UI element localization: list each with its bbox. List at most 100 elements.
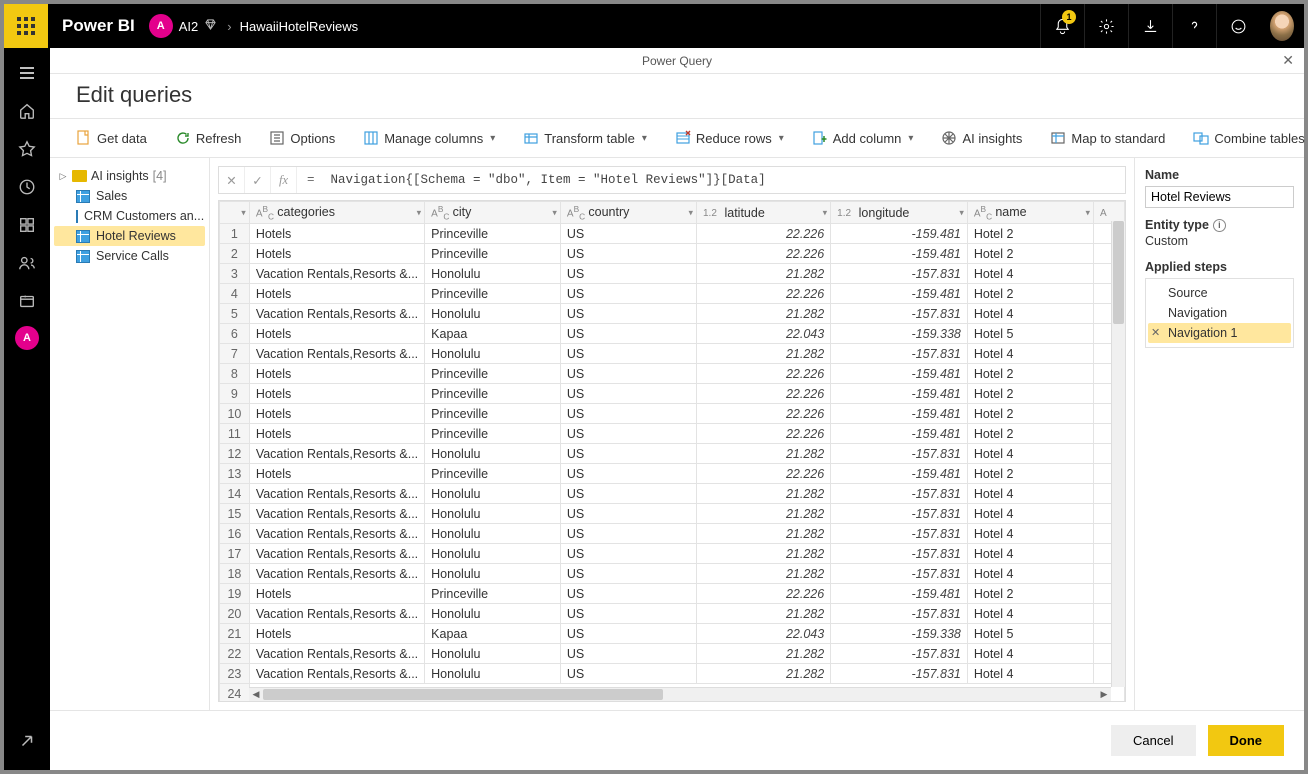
manage-columns-button[interactable]: Manage columns▾ [355,126,503,150]
query-item[interactable]: CRM Customers an... [54,206,205,226]
table-cell: Honolulu [425,484,561,504]
column-filter-icon[interactable]: ▾ [823,207,828,218]
table-row[interactable]: 7Vacation Rentals,Resorts &...HonoluluUS… [220,344,1125,364]
table-row[interactable]: 6HotelsKapaaUS22.043-159.338Hotel 5 [220,324,1125,344]
close-button[interactable]: ✕ [1282,52,1294,69]
column-header[interactable]: ABC name▾ [967,202,1093,224]
table-row[interactable]: 14Vacation Rentals,Resorts &...HonoluluU… [220,484,1125,504]
table-row[interactable]: 1HotelsPrincevilleUS22.226-159.481Hotel … [220,224,1125,244]
column-header[interactable]: ABC country▾ [560,202,696,224]
table-row[interactable]: 4HotelsPrincevilleUS22.226-159.481Hotel … [220,284,1125,304]
transform-table-button[interactable]: Transform table▾ [515,126,655,150]
workspace-name[interactable]: AI2 [179,19,199,34]
table-row[interactable]: 15Vacation Rentals,Resorts &...HonoluluU… [220,504,1125,524]
scroll-right-icon[interactable]: ▶ [1097,689,1111,700]
table-row[interactable]: 2HotelsPrincevilleUS22.226-159.481Hotel … [220,244,1125,264]
reduce-rows-button[interactable]: Reduce rows▾ [667,126,792,150]
column-filter-icon[interactable]: ▾ [688,207,693,218]
row-number-cell: 12 [220,444,250,464]
applied-step[interactable]: ✕Navigation 1 [1148,323,1291,343]
table-row[interactable]: 13HotelsPrincevilleUS22.226-159.481Hotel… [220,464,1125,484]
settings-button[interactable] [1084,4,1128,48]
column-filter-icon[interactable]: ▾ [417,207,422,218]
formula-cancel-button[interactable]: ✕ [219,167,245,193]
column-filter-icon[interactable]: ▾ [959,207,964,218]
nav-apps[interactable] [4,206,50,244]
table-row[interactable]: 18Vacation Rentals,Resorts &...HonoluluU… [220,564,1125,584]
combine-tables-button[interactable]: Combine tables▾ [1185,126,1308,150]
nav-home[interactable] [4,92,50,130]
current-workspace-avatar[interactable]: A [15,326,39,350]
table-row[interactable]: 22Vacation Rentals,Resorts &...HonoluluU… [220,644,1125,664]
table-cell: Vacation Rentals,Resorts &... [249,604,424,624]
nav-favorites[interactable] [4,130,50,168]
vertical-scrollbar[interactable] [1111,221,1125,687]
table-row[interactable]: 10HotelsPrincevilleUS22.226-159.481Hotel… [220,404,1125,424]
column-header[interactable]: ABC city▾ [425,202,561,224]
row-number-header[interactable]: ▾ [220,202,250,224]
options-button[interactable]: Options [261,126,343,150]
nav-shared[interactable] [4,244,50,282]
map-standard-button[interactable]: Map to standard [1042,126,1173,150]
ai-insights-button[interactable]: AI insights [933,126,1030,150]
table-row[interactable]: 19HotelsPrincevilleUS22.226-159.481Hotel… [220,584,1125,604]
smiley-icon [1230,18,1247,35]
table-row[interactable]: 23Vacation Rentals,Resorts &...HonoluluU… [220,664,1125,684]
table-cell: 21.282 [697,664,831,684]
hamburger-icon [18,64,36,82]
column-header[interactable]: 1.2 longitude▾ [831,202,968,224]
query-item[interactable]: Sales [54,186,205,206]
table-row[interactable]: 3Vacation Rentals,Resorts &...HonoluluUS… [220,264,1125,284]
done-button[interactable]: Done [1208,725,1285,756]
transform-icon [523,130,539,146]
table-cell: Hotel 2 [967,404,1093,424]
nav-recent[interactable] [4,168,50,206]
get-data-button[interactable]: Get data [68,126,155,150]
info-icon[interactable]: i [1213,219,1226,232]
table-row[interactable]: 5Vacation Rentals,Resorts &...HonoluluUS… [220,304,1125,324]
applied-step[interactable]: Navigation [1148,303,1291,323]
refresh-button[interactable]: Refresh [167,126,250,150]
table-cell: Princeville [425,464,561,484]
column-filter-icon[interactable]: ▾ [1085,207,1090,218]
nav-expand-button[interactable] [4,722,50,760]
column-header[interactable]: 1.2 latitude▾ [697,202,831,224]
step-label: Source [1168,286,1208,300]
query-item[interactable]: Hotel Reviews [54,226,205,246]
table-row[interactable]: 21HotelsKapaaUS22.043-159.338Hotel 5 [220,624,1125,644]
delete-step-icon[interactable]: ✕ [1151,326,1160,339]
dataset-name[interactable]: HawaiiHotelReviews [240,19,359,34]
download-button[interactable] [1128,4,1172,48]
query-name-input[interactable] [1145,186,1294,208]
scroll-left-icon[interactable]: ◀ [249,689,263,700]
column-header[interactable]: ABC categories▾ [249,202,424,224]
table-row[interactable]: 17Vacation Rentals,Resorts &...HonoluluU… [220,544,1125,564]
feedback-button[interactable] [1216,4,1260,48]
formula-fx-button[interactable]: fx [271,167,297,193]
cancel-button[interactable]: Cancel [1111,725,1195,756]
table-row[interactable]: 8HotelsPrincevilleUS22.226-159.481Hotel … [220,364,1125,384]
nav-toggle-button[interactable] [4,54,50,92]
table-row[interactable]: 12Vacation Rentals,Resorts &...HonoluluU… [220,444,1125,464]
add-column-button[interactable]: Add column▾ [804,126,922,150]
table-row[interactable]: 16Vacation Rentals,Resorts &...HonoluluU… [220,524,1125,544]
table-row[interactable]: 20Vacation Rentals,Resorts &...HonoluluU… [220,604,1125,624]
table-cell: US [560,584,696,604]
column-filter-icon[interactable]: ▾ [552,207,557,218]
formula-input[interactable]: =Navigation{[Schema = "dbo", Item = "Hot… [297,173,1125,187]
horizontal-scrollbar[interactable]: ◀ ▶ [249,687,1111,701]
table-cell: 21.282 [697,264,831,284]
workspace-avatar[interactable]: A [149,14,173,38]
applied-step[interactable]: Source [1148,283,1291,303]
profile-button[interactable] [1260,4,1304,48]
query-item[interactable]: Service Calls [54,246,205,266]
workspace-icon [18,292,36,310]
table-row[interactable]: 9HotelsPrincevilleUS22.226-159.481Hotel … [220,384,1125,404]
nav-workspaces[interactable] [4,282,50,320]
app-launcher-button[interactable] [4,4,48,48]
formula-commit-button[interactable]: ✓ [245,167,271,193]
query-group[interactable]: ▷ AI insights [4] [54,166,205,186]
notifications-button[interactable]: 1 [1040,4,1084,48]
help-button[interactable] [1172,4,1216,48]
table-row[interactable]: 11HotelsPrincevilleUS22.226-159.481Hotel… [220,424,1125,444]
